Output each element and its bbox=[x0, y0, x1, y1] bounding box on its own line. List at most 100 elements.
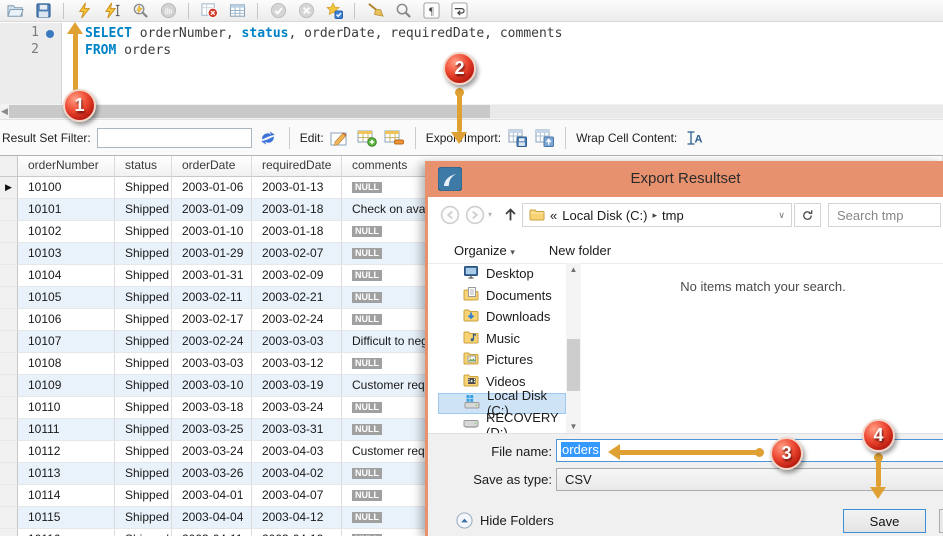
grid-cell[interactable]: 10102 bbox=[18, 221, 115, 243]
scroll-left-arrow-icon[interactable]: ◀ bbox=[0, 104, 9, 119]
grid-cell[interactable]: Shipped bbox=[115, 177, 172, 199]
sidebar-item-desktop[interactable]: Desktop bbox=[438, 263, 566, 284]
execute-icon[interactable] bbox=[75, 2, 93, 20]
grid-cell[interactable]: 2003-04-03 bbox=[252, 441, 342, 463]
grid-cell[interactable]: Shipped bbox=[115, 243, 172, 265]
column-header-orderDate[interactable]: orderDate bbox=[172, 156, 252, 177]
row-selector[interactable] bbox=[0, 199, 18, 221]
execute-current-icon[interactable] bbox=[103, 2, 121, 20]
row-selector[interactable] bbox=[0, 265, 18, 287]
row-selector[interactable] bbox=[0, 419, 18, 441]
grid-cell[interactable]: 10109 bbox=[18, 375, 115, 397]
delete-row-icon[interactable] bbox=[384, 129, 405, 147]
row-selector[interactable] bbox=[0, 441, 18, 463]
grid-cell[interactable]: 2003-01-13 bbox=[252, 177, 342, 199]
grid-cell[interactable]: 10111 bbox=[18, 419, 115, 441]
grid-cell[interactable]: 2003-01-10 bbox=[172, 221, 252, 243]
code-line[interactable]: SELECT orderNumber, status, orderDate, r… bbox=[85, 25, 562, 42]
row-selector[interactable] bbox=[0, 309, 18, 331]
edit-record-icon[interactable] bbox=[330, 129, 351, 147]
clear-icon[interactable] bbox=[366, 2, 384, 20]
autocommit-icon[interactable] bbox=[325, 2, 343, 20]
show-invisibles-icon[interactable]: ¶ bbox=[422, 2, 440, 20]
sidebar-item-pictures[interactable]: Pictures bbox=[438, 349, 566, 370]
grid-cell[interactable]: Shipped bbox=[115, 375, 172, 397]
stop-icon[interactable] bbox=[159, 2, 177, 20]
grid-cell[interactable]: 10108 bbox=[18, 353, 115, 375]
row-selector[interactable] bbox=[0, 375, 18, 397]
grid-cell[interactable]: 2003-03-03 bbox=[252, 331, 342, 353]
grid-cell[interactable]: 2003-01-31 bbox=[172, 265, 252, 287]
grid-cell[interactable]: 2003-03-10 bbox=[172, 375, 252, 397]
hide-folders-button[interactable]: Hide Folders bbox=[456, 511, 554, 529]
search-input[interactable]: Search tmp bbox=[828, 203, 941, 227]
nav-back-icon[interactable] bbox=[440, 205, 460, 225]
grid-cell[interactable]: Shipped bbox=[115, 199, 172, 221]
save-icon[interactable] bbox=[34, 2, 52, 20]
grid-cell[interactable]: 2003-01-18 bbox=[252, 221, 342, 243]
grid-cell[interactable]: 2003-04-02 bbox=[252, 463, 342, 485]
grid-cell[interactable]: 2003-04-19 bbox=[252, 529, 342, 536]
grid-cell[interactable]: 2003-02-11 bbox=[172, 287, 252, 309]
sidebar-item-music[interactable]: Music bbox=[438, 328, 566, 349]
import-records-icon[interactable] bbox=[534, 129, 555, 147]
grid-cell[interactable]: 10104 bbox=[18, 265, 115, 287]
grid-cell[interactable]: 2003-04-04 bbox=[172, 507, 252, 529]
sidebar-item-downloads[interactable]: Downloads bbox=[438, 306, 566, 327]
dialog-titlebar[interactable]: Export Resultset bbox=[428, 161, 943, 197]
row-selector[interactable] bbox=[0, 243, 18, 265]
grid-cell[interactable]: 2003-03-19 bbox=[252, 375, 342, 397]
grid-cell[interactable]: 2003-03-24 bbox=[172, 441, 252, 463]
nav-history-caret-icon[interactable]: ▾ bbox=[488, 210, 492, 219]
grid-cell[interactable]: 10116 bbox=[18, 529, 115, 536]
grid-cell[interactable]: 2003-03-31 bbox=[252, 419, 342, 441]
row-selector[interactable] bbox=[0, 397, 18, 419]
row-selector[interactable] bbox=[0, 485, 18, 507]
grid-cell[interactable]: 10112 bbox=[18, 441, 115, 463]
row-selector[interactable] bbox=[0, 221, 18, 243]
grid-cell[interactable]: Shipped bbox=[115, 353, 172, 375]
grid-cell[interactable]: Shipped bbox=[115, 309, 172, 331]
result-grid-icon[interactable] bbox=[228, 2, 246, 20]
grid-cell[interactable]: 2003-02-07 bbox=[252, 243, 342, 265]
grid-cell[interactable]: 10103 bbox=[18, 243, 115, 265]
grid-cell[interactable]: 2003-03-26 bbox=[172, 463, 252, 485]
row-selector[interactable] bbox=[0, 463, 18, 485]
grid-cell[interactable]: Shipped bbox=[115, 441, 172, 463]
grid-cell[interactable]: 10107 bbox=[18, 331, 115, 353]
grid-cell[interactable]: 2003-03-12 bbox=[252, 353, 342, 375]
grid-cell[interactable]: Shipped bbox=[115, 221, 172, 243]
new-folder-button[interactable]: New folder bbox=[549, 243, 611, 258]
breadcrumb-item-local-disk[interactable]: Local Disk (C:) bbox=[562, 208, 647, 223]
line-number[interactable]: 2 bbox=[0, 42, 61, 59]
sidebar-scroll-thumb[interactable] bbox=[567, 339, 580, 391]
grid-cell[interactable]: Shipped bbox=[115, 529, 172, 536]
grid-cell[interactable]: Shipped bbox=[115, 397, 172, 419]
grid-cell[interactable]: 10114 bbox=[18, 485, 115, 507]
grid-cell[interactable]: 2003-01-06 bbox=[172, 177, 252, 199]
grid-cell[interactable]: 2003-03-03 bbox=[172, 353, 252, 375]
grid-cell[interactable]: Shipped bbox=[115, 419, 172, 441]
grid-cell[interactable]: 10113 bbox=[18, 463, 115, 485]
row-selector[interactable] bbox=[0, 287, 18, 309]
grid-cell[interactable]: 10106 bbox=[18, 309, 115, 331]
grid-cell[interactable]: 10100 bbox=[18, 177, 115, 199]
grid-cell[interactable]: 10105 bbox=[18, 287, 115, 309]
sidebar-scrollbar[interactable]: ▲ ▼ bbox=[566, 263, 581, 433]
sidebar-item-documents[interactable]: Documents bbox=[438, 285, 566, 306]
grid-cell[interactable]: Shipped bbox=[115, 507, 172, 529]
save-button[interactable]: Save bbox=[843, 509, 926, 533]
grid-cell[interactable]: Shipped bbox=[115, 463, 172, 485]
grid-cell[interactable]: 2003-04-11 bbox=[172, 529, 252, 536]
grid-cell[interactable]: 2003-04-12 bbox=[252, 507, 342, 529]
export-recordset-icon[interactable] bbox=[507, 129, 528, 147]
grid-cell[interactable]: Shipped bbox=[115, 485, 172, 507]
grid-cell[interactable]: 10110 bbox=[18, 397, 115, 419]
organize-button[interactable]: Organize ▾ bbox=[454, 243, 515, 258]
grid-cell[interactable]: 2003-01-18 bbox=[252, 199, 342, 221]
row-selector[interactable] bbox=[0, 529, 18, 536]
add-row-icon[interactable] bbox=[357, 129, 378, 147]
explain-icon[interactable] bbox=[131, 2, 149, 20]
grid-cell[interactable]: 10101 bbox=[18, 199, 115, 221]
wrap-cell-content-icon[interactable]: A bbox=[683, 129, 704, 147]
